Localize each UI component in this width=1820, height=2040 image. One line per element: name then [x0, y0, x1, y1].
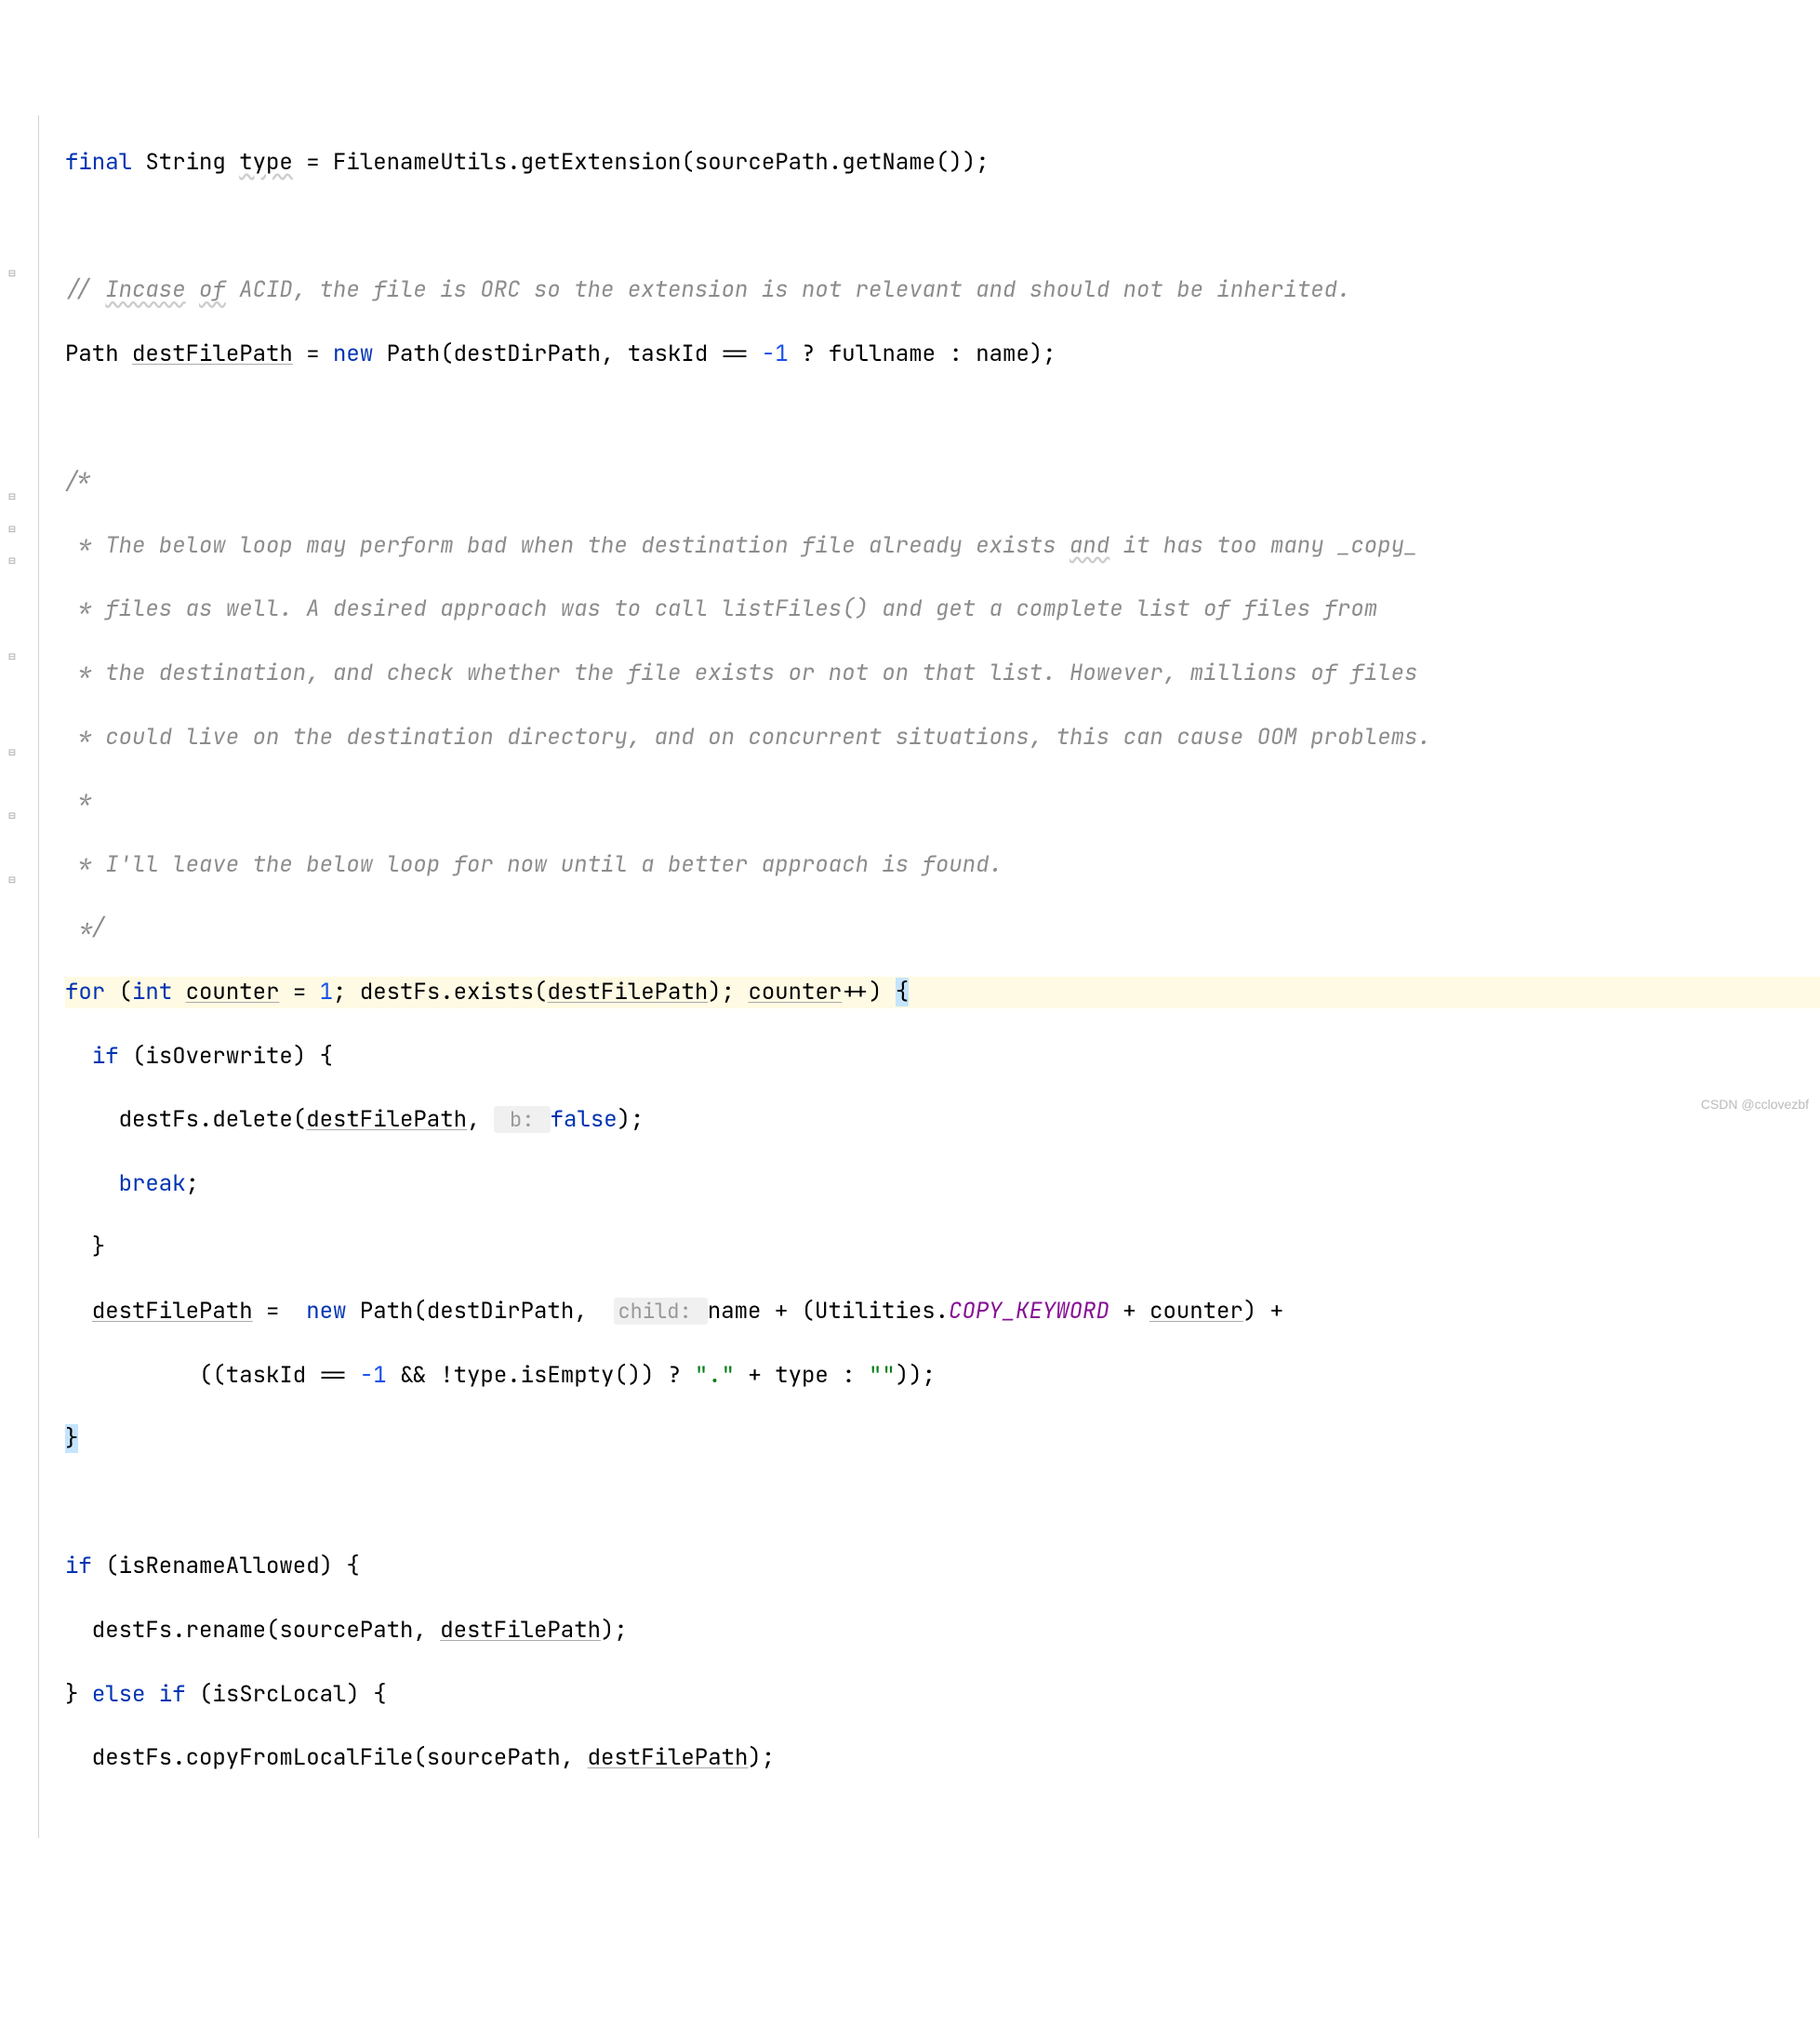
comment-block-line: * I'll leave the below loop for now unti… — [65, 850, 1003, 879]
fold-icon[interactable]: ⊟ — [6, 267, 19, 280]
var-counter: counter — [1149, 1297, 1243, 1326]
number: 1 — [320, 978, 333, 1007]
close-brace: } — [65, 1232, 1820, 1263]
keyword-for: for — [65, 978, 105, 1007]
keyword-if: if — [65, 1552, 92, 1580]
type-path: Path — [65, 340, 119, 368]
comment-block-line: * — [65, 786, 92, 815]
fold-icon[interactable]: ⊟ — [6, 873, 19, 887]
constant-copy-keyword: COPY_KEYWORD — [949, 1297, 1109, 1326]
fold-icon[interactable]: ⊟ — [6, 746, 19, 759]
number: -1 — [762, 340, 789, 368]
watermark: CSDN @cclovezbf — [1701, 1097, 1809, 1112]
keyword-new: new — [333, 340, 373, 368]
var-destfilepath: destFilePath — [588, 1743, 749, 1772]
fold-icon[interactable]: ⊟ — [6, 490, 19, 503]
comment-block-close: */ — [65, 913, 105, 942]
comment-block-line: * The below loop may perform bad when th… — [65, 531, 1417, 560]
keyword-final: final — [65, 148, 132, 177]
comment-block-line: * the destination, and check whether the… — [65, 659, 1417, 687]
cursor-brace: { — [896, 978, 909, 1007]
keyword-break: break — [119, 1169, 186, 1198]
fold-icon[interactable]: ⊟ — [6, 523, 19, 536]
var-destfilepath: destFilePath — [92, 1297, 253, 1326]
string: "." — [695, 1361, 735, 1390]
number: -1 — [360, 1361, 387, 1390]
close-brace-highlight: } — [65, 1424, 78, 1453]
var-destfilepath: destFilePath — [440, 1616, 601, 1645]
var-destfilepath: destFilePath — [132, 340, 293, 368]
fold-icon[interactable]: ⊟ — [6, 650, 19, 663]
comment-block-line: * could live on the destination director… — [65, 723, 1431, 752]
comment-line: // Incase of ACID, the file is ORC so th… — [65, 275, 1350, 304]
param-hint: child: — [614, 1298, 707, 1325]
string: "" — [869, 1361, 896, 1390]
fold-icon[interactable]: ⊟ — [6, 809, 19, 822]
class-filenameutils: FilenameUtils.getExtension(sourcePath.ge… — [333, 148, 990, 177]
var-counter: counter — [748, 978, 842, 1007]
code-editor[interactable]: ⊟ ⊟ ⊟ ⊟ ⊟ ⊟ ⊟ ⊟ final String type = File… — [0, 115, 1820, 1838]
comment-block-line: * files as well. A desired approach was … — [65, 594, 1377, 623]
keyword-int: int — [132, 978, 172, 1007]
comment-block-open: /* — [65, 467, 92, 496]
keyword-new: new — [306, 1297, 346, 1326]
code-content[interactable]: final String type = FilenameUtils.getExt… — [39, 115, 1820, 1838]
var-destfilepath: destFilePath — [306, 1105, 467, 1134]
gutter: ⊟ ⊟ ⊟ ⊟ ⊟ ⊟ ⊟ ⊟ — [0, 115, 39, 1838]
var-counter: counter — [186, 978, 280, 1007]
param-hint: b: — [494, 1106, 551, 1133]
keyword-if: if — [92, 1042, 119, 1071]
var-type: type — [239, 148, 293, 177]
fold-icon[interactable]: ⊟ — [6, 554, 19, 567]
keyword-false: false — [551, 1105, 618, 1134]
type-string: String — [145, 148, 225, 177]
var-destfilepath: destFilePath — [547, 978, 708, 1007]
keyword-else-if: else if — [92, 1680, 186, 1709]
